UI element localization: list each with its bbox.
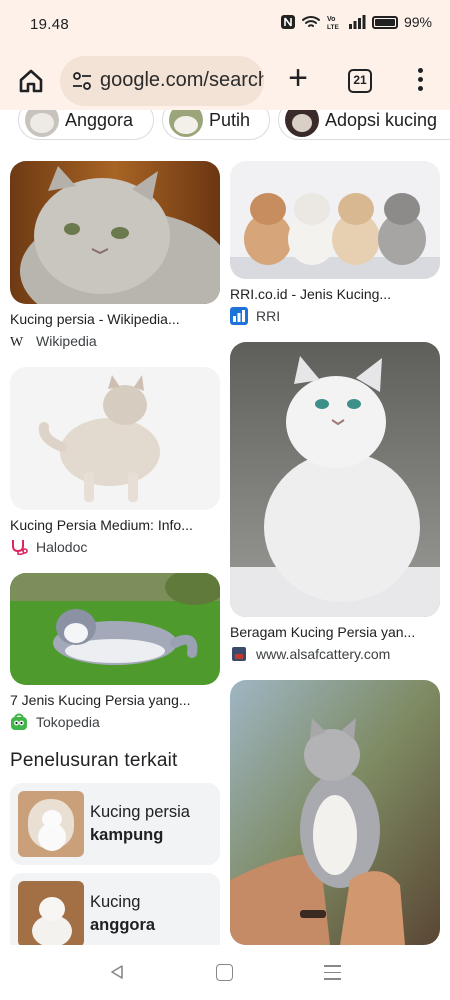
related-line1: Kucing persia (90, 803, 190, 821)
related-searches-heading: Penelusuran terkait (10, 750, 178, 771)
chip-label: Adopsi kucing (325, 110, 438, 130)
svg-text:W: W (10, 335, 24, 350)
status-bar: 19.48 Vo LTE 99% (0, 0, 450, 52)
chip-label: Putih (209, 110, 251, 130)
related-thumbnail (18, 881, 84, 947)
recents-icon[interactable] (324, 965, 341, 980)
result-image[interactable] (230, 680, 440, 945)
chip-label: Anggora (65, 110, 134, 130)
chip-thumbnail (25, 110, 59, 137)
wikipedia-icon: W (10, 335, 24, 350)
result-title[interactable]: RRI.co.id - Jenis Kucing... (230, 286, 391, 302)
signal-icon (348, 15, 366, 29)
result-title[interactable]: Kucing Persia Medium: Info... (10, 517, 193, 533)
svg-text:LTE: LTE (327, 24, 339, 30)
related-line2: kampung (90, 826, 164, 844)
result-title[interactable]: Beragam Kucing Persia yan... (230, 624, 415, 640)
volte-icon: VoLTE (327, 16, 339, 30)
result-image[interactable] (230, 342, 440, 617)
related-search-item[interactable]: Kucing persia kampung (10, 783, 220, 865)
chip-thumbnail (169, 110, 203, 137)
status-icons: Vo LTE 99% (280, 14, 432, 30)
wifi-icon (301, 16, 320, 27)
source-name: Wikipedia (36, 333, 97, 349)
status-time: 19.48 (30, 16, 70, 33)
svg-text:Vo: Vo (327, 16, 335, 23)
chip-thumbnail (285, 110, 319, 137)
source-name: Tokopedia (36, 714, 100, 730)
related-line1: Kucing (90, 893, 141, 911)
related-chips-row: Anggora Putih Adopsi kucing (0, 110, 450, 142)
image-result[interactable]: 7 Jenis Kucing Persia yang... Tokopedia (10, 573, 220, 733)
system-nav-bar (0, 945, 450, 1000)
image-result[interactable]: Kucing Persia Medium: Info... Halodoc (10, 367, 220, 560)
related-line2: anggora (90, 916, 156, 934)
tab-switcher-button[interactable]: 21 (348, 69, 372, 93)
related-thumbnail (18, 791, 84, 857)
tokopedia-icon (11, 713, 27, 730)
more-menu-icon[interactable] (410, 68, 430, 94)
image-result[interactable]: Kucing persia - Wikipedia... W Wikipedia (10, 161, 220, 353)
battery-percent: 99% (403, 14, 432, 30)
chip-anggora[interactable]: Anggora (18, 110, 154, 140)
result-image[interactable] (10, 573, 220, 685)
image-result[interactable]: Beragam Kucing Persia yan... www.alsafca… (230, 342, 440, 668)
source-name: Halodoc (36, 539, 88, 555)
image-result[interactable]: RRI.co.id - Jenis Kucing... RRI (230, 161, 440, 329)
image-result[interactable] (230, 680, 440, 945)
home-icon[interactable] (16, 66, 46, 96)
result-image[interactable] (10, 161, 220, 304)
rri-icon (230, 307, 248, 325)
browser-toolbar: google.com/search + 21 (0, 52, 450, 110)
nfc-icon (280, 15, 295, 29)
chip-putih[interactable]: Putih (162, 110, 270, 140)
result-source[interactable]: W Wikipedia (10, 332, 97, 350)
source-name: RRI (256, 308, 281, 324)
new-tab-icon[interactable]: + (282, 61, 314, 96)
home-nav-icon[interactable] (216, 964, 233, 981)
related-search-item[interactable]: Kucing anggora (10, 873, 220, 955)
result-title[interactable]: 7 Jenis Kucing Persia yang... (10, 692, 191, 708)
back-icon[interactable] (108, 963, 126, 981)
result-source[interactable]: Halodoc (10, 538, 87, 556)
result-source[interactable]: RRI (230, 307, 280, 325)
alsafcattery-icon (232, 647, 246, 661)
chip-adopsi-kucing[interactable]: Adopsi kucing (278, 110, 450, 140)
address-bar[interactable]: google.com/search (60, 56, 264, 106)
halodoc-icon (12, 540, 28, 556)
site-settings-icon[interactable] (72, 72, 92, 90)
battery-icon (371, 15, 398, 29)
result-image[interactable] (10, 367, 220, 510)
result-image[interactable] (230, 161, 440, 279)
url-text[interactable]: google.com/search (100, 69, 264, 92)
result-source[interactable]: Tokopedia (10, 713, 100, 731)
result-source[interactable]: www.alsafcattery.com (230, 645, 390, 663)
source-name: www.alsafcattery.com (256, 646, 391, 662)
result-title[interactable]: Kucing persia - Wikipedia... (10, 311, 180, 327)
